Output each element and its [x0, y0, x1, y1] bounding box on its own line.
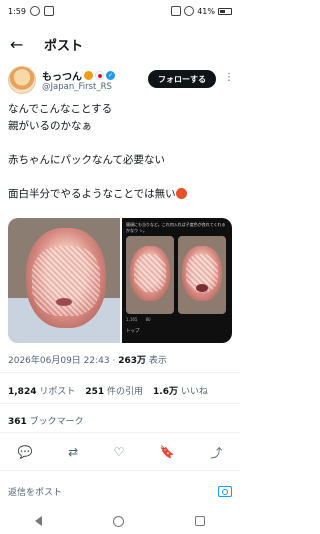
- repost-icon[interactable]: ⇄: [68, 445, 78, 459]
- bookmarks-count: 361: [8, 417, 27, 427]
- page-title: ポスト: [44, 38, 84, 54]
- angry-face-emoji-icon: [175, 188, 187, 199]
- likes-label: いいね: [180, 387, 208, 397]
- embedded-post-text: 寝顔にも当りなど。これ何入れば子度色が良れてくれるかなウ ☆。: [126, 222, 226, 233]
- japan-flag-icon: [95, 71, 104, 80]
- view-label: 表示: [148, 356, 167, 366]
- notification-icon: [29, 6, 40, 16]
- battery-icon: [218, 7, 232, 15]
- reply-bar: 返信をポスト: [8, 482, 232, 500]
- bookmark-icon[interactable]: 🔖: [160, 445, 175, 459]
- reposts-stat[interactable]: 1,824 リポスト: [8, 384, 75, 397]
- like-heart-icon[interactable]: ♡: [114, 445, 125, 459]
- follow-button[interactable]: フォローする: [148, 70, 216, 88]
- divider: [0, 470, 240, 471]
- bookmarks-label: ブックマーク: [29, 417, 84, 427]
- author-name[interactable]: もっつん ✓: [42, 68, 115, 83]
- back-arrow-icon[interactable]: ←: [10, 35, 34, 54]
- divider: [0, 403, 240, 404]
- embedded-foot: トップ: [126, 329, 140, 334]
- mouth-shape: [196, 284, 208, 292]
- tweet-line: なんでこんなことする: [8, 103, 113, 115]
- embedded-photo-2: [178, 236, 226, 314]
- nfc-icon: [171, 6, 182, 16]
- clock: 1:59: [8, 6, 26, 16]
- action-bar: 💬 ⇄ ♡ 🔖 ⤴: [0, 440, 240, 464]
- quotes-count: 251: [85, 387, 105, 397]
- nav-recent-apps-icon[interactable]: [194, 516, 205, 526]
- post-datetime[interactable]: 2026年06月09日 22:43: [8, 356, 110, 366]
- reposts-label: リポスト: [39, 387, 76, 397]
- likes-stat[interactable]: 1.6万 いいね: [153, 384, 208, 397]
- embedded-photo-1: [126, 236, 174, 314]
- system-nav-bar: [0, 508, 240, 534]
- tweet-line: 親がいるのかなぁ: [8, 120, 92, 132]
- face-mask-shape: [134, 254, 166, 292]
- status-bar: 1:59 41%: [0, 0, 240, 22]
- app-icon: [43, 6, 54, 16]
- tweet-line: 赤ちゃんにパックなんて必要ない: [8, 154, 165, 166]
- quotes-label: 件の引用: [107, 387, 144, 397]
- tweet-text: なんでこんなことする 親がいるのかなぁ 赤ちゃんにパックなんて必要ない 面白半分…: [8, 101, 232, 203]
- nav-back-icon[interactable]: [35, 516, 43, 526]
- bookmarks-stat[interactable]: 361 ブックマーク: [8, 414, 84, 427]
- tweet-line: 面白半分でやるようなことでは無い: [8, 188, 176, 200]
- share-icon[interactable]: ⤴: [210, 444, 222, 461]
- camera-icon[interactable]: [218, 485, 232, 497]
- author-name-text: もっつん: [42, 72, 82, 83]
- post-meta: 2026年06月09日 22:43 · 263万 表示: [8, 356, 167, 366]
- mouth-shape: [56, 298, 72, 306]
- engagement-stats: 1,824 リポスト 251 件の引用 1.6万 いいね: [8, 384, 208, 397]
- app-header: ← ポスト: [0, 30, 240, 58]
- quotes-stat[interactable]: 251 件の引用: [85, 384, 143, 397]
- avatar[interactable]: [8, 66, 36, 94]
- embedded-likes: 1,165: [126, 317, 138, 322]
- divider: [0, 432, 240, 433]
- battery-percent: 41%: [197, 6, 215, 16]
- view-count: 263万: [118, 356, 146, 366]
- wifi-icon: [184, 6, 195, 16]
- tweet-line: [8, 135, 232, 152]
- media-image-baby[interactable]: [8, 218, 120, 343]
- embedded-actions: 1,165 80: [126, 317, 228, 322]
- orange-emoji-icon: [84, 71, 93, 80]
- author-handle[interactable]: @Japan_First_RS: [42, 82, 112, 92]
- media-image-screenshot[interactable]: 寝顔にも当りなど。これ何入れば子度色が良れてくれるかなウ ☆。 1,165 80…: [122, 218, 232, 343]
- verified-badge-icon: ✓: [106, 71, 115, 80]
- reposts-count: 1,824: [8, 387, 37, 397]
- embedded-retweets: 80: [145, 317, 151, 322]
- divider: [0, 372, 240, 373]
- reply-icon[interactable]: 💬: [18, 445, 33, 459]
- more-options-icon[interactable]: ⋮: [224, 72, 234, 83]
- tweet-line: [8, 169, 232, 186]
- reply-input[interactable]: 返信をポスト: [8, 485, 62, 498]
- tweet-line-last: 面白半分でやるようなことでは無い: [8, 186, 232, 203]
- nav-home-icon[interactable]: [112, 515, 124, 527]
- likes-count: 1.6万: [153, 387, 178, 397]
